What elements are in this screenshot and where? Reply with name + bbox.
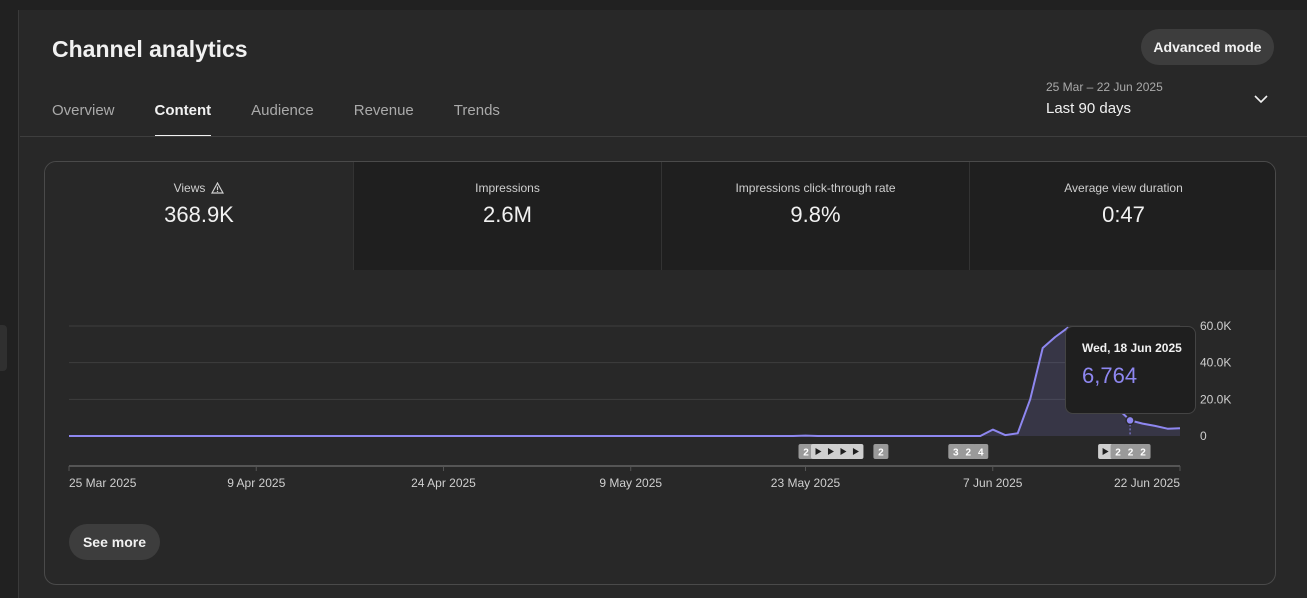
tab-bar: Overview Content Audience Revenue Trends bbox=[52, 102, 540, 137]
x-tick-label: 7 Jun 2025 bbox=[963, 476, 1023, 490]
date-range-text: 25 Mar – 22 Jun 2025 bbox=[1046, 80, 1163, 94]
rail-handle[interactable] bbox=[0, 325, 7, 371]
tab-audience[interactable]: Audience bbox=[251, 102, 314, 137]
tab-overview[interactable]: Overview bbox=[52, 102, 115, 137]
date-range-label: Last 90 days bbox=[1046, 100, 1132, 117]
views-line bbox=[69, 326, 1181, 437]
analytics-card: Views 368.9K Impressions 2.6M Impression… bbox=[44, 161, 1276, 585]
marker-count: 2 bbox=[1140, 448, 1146, 459]
marker-count: 2 bbox=[1128, 448, 1134, 459]
marker-count: 4 bbox=[978, 448, 984, 459]
chevron-down-icon[interactable] bbox=[1254, 94, 1268, 104]
tooltip-date: Wed, 18 Jun 2025 bbox=[1082, 341, 1182, 355]
tab-revenue[interactable]: Revenue bbox=[354, 102, 414, 137]
x-tick-label: 9 May 2025 bbox=[599, 476, 662, 490]
tooltip-value: 6,764 bbox=[1082, 363, 1138, 388]
top-bar bbox=[0, 0, 1307, 10]
left-rail bbox=[0, 10, 19, 598]
tab-trends[interactable]: Trends bbox=[454, 102, 500, 137]
y-tick-label: 20.0K bbox=[1200, 392, 1231, 406]
see-more-button[interactable]: See more bbox=[69, 524, 160, 560]
views-area bbox=[69, 327, 1180, 436]
marker-count: 2 bbox=[878, 448, 884, 459]
x-tick-label: 23 May 2025 bbox=[771, 476, 841, 490]
x-tick-label: 9 Apr 2025 bbox=[227, 476, 285, 490]
hover-point bbox=[1125, 415, 1135, 426]
header-divider bbox=[20, 136, 1307, 137]
y-tick-label: 0 bbox=[1200, 429, 1207, 443]
page-title: Channel analytics bbox=[52, 36, 248, 62]
y-tick-label: 40.0K bbox=[1200, 356, 1231, 370]
chart-tooltip: Wed, 18 Jun 2025 6,764 bbox=[1065, 326, 1196, 414]
marker-count: 2 bbox=[803, 448, 809, 459]
marker-count: 2 bbox=[1115, 448, 1121, 459]
marker-count: 3 bbox=[953, 448, 959, 459]
tab-content[interactable]: Content bbox=[154, 102, 211, 137]
x-tick-label: 25 Mar 2025 bbox=[69, 476, 137, 490]
x-tick-label: 22 Jun 2025 bbox=[1114, 476, 1180, 490]
date-range-picker[interactable]: 25 Mar – 22 Jun 2025 Last 90 days bbox=[1046, 80, 1274, 122]
marker-count: 2 bbox=[966, 448, 972, 459]
y-tick-label: 60.0K bbox=[1200, 319, 1231, 333]
x-tick-label: 24 Apr 2025 bbox=[411, 476, 476, 490]
advanced-mode-button[interactable]: Advanced mode bbox=[1141, 29, 1274, 65]
